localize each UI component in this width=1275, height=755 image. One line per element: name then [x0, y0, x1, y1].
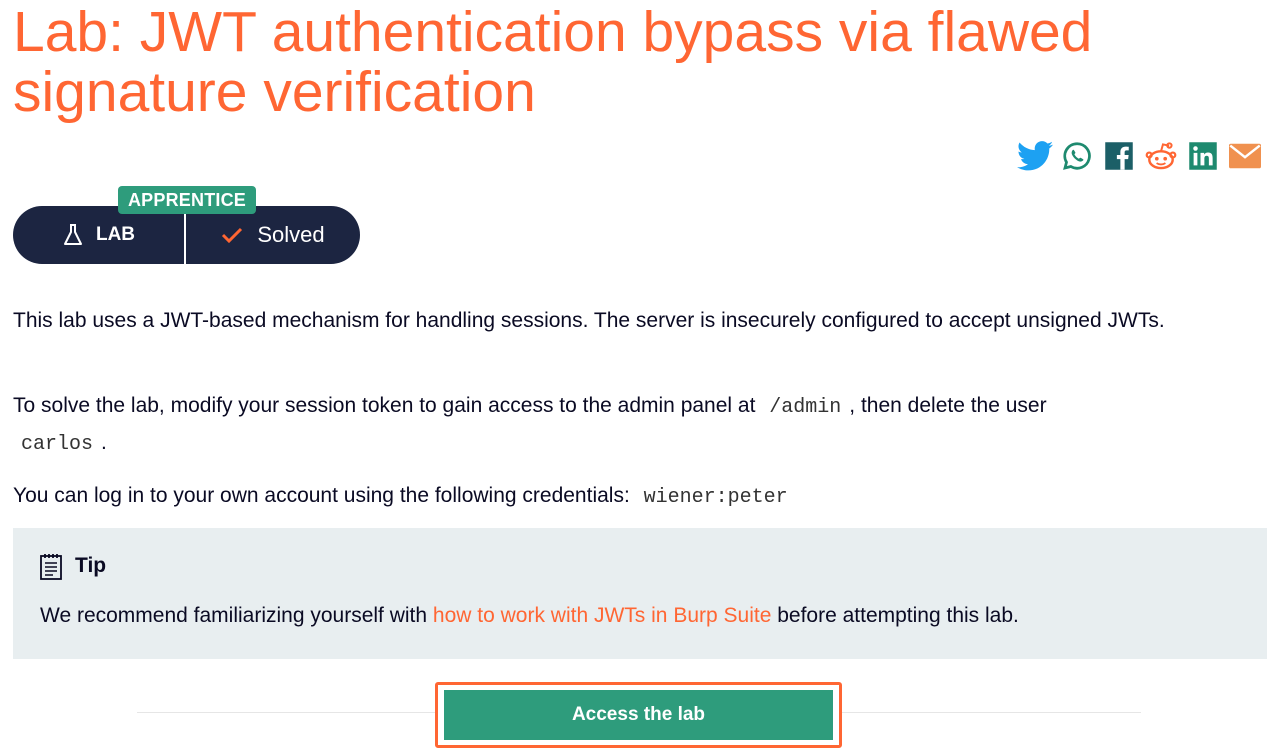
facebook-icon — [1105, 142, 1133, 170]
tip-text-a: We recommend familiarizing yourself with — [40, 604, 428, 627]
lab-status-pill: LAB Solved — [13, 206, 360, 264]
page-title: Lab: JWT authentication bypass via flawe… — [13, 0, 1093, 124]
description-text-2b: , then delete the user — [849, 394, 1047, 417]
description-paragraph-2: To solve the lab, modify your session to… — [13, 388, 1261, 462]
twitter-icon — [1017, 141, 1053, 171]
username-code: carlos — [21, 433, 94, 456]
description-paragraph-1: This lab uses a JWT-based mechanism for … — [13, 303, 1261, 338]
access-lab-button[interactable]: Access the lab — [444, 690, 833, 740]
checkmark-icon — [222, 227, 243, 244]
tip-box: Tip We recommend familiarizing yourself … — [13, 528, 1267, 659]
twitter-share-link[interactable] — [1017, 140, 1053, 172]
credentials-code: wiener:peter — [643, 486, 788, 509]
difficulty-badge: APPRENTICE — [118, 186, 256, 214]
flask-icon — [63, 224, 82, 245]
access-lab-highlight: Access the lab — [435, 682, 842, 748]
status-label: Solved — [257, 222, 325, 247]
share-bar — [1017, 140, 1263, 172]
whatsapp-share-link[interactable] — [1059, 140, 1095, 172]
jwt-burp-suite-link[interactable]: how to work with JWTs in Burp Suite — [433, 604, 771, 627]
description-text-1: This lab uses a JWT-based mechanism for … — [13, 309, 1165, 332]
description-text-2a: To solve the lab, modify your session to… — [13, 394, 756, 417]
reddit-share-link[interactable] — [1143, 140, 1179, 172]
tip-heading: Tip — [75, 554, 107, 577]
lab-type: LAB — [13, 206, 186, 264]
facebook-share-link[interactable] — [1101, 140, 1137, 172]
admin-path-code: /admin — [769, 396, 842, 419]
linkedin-share-link[interactable] — [1185, 140, 1221, 172]
solved-status: Solved — [186, 222, 360, 248]
tip-header: Tip — [39, 552, 106, 580]
lab-type-label: LAB — [95, 224, 136, 245]
notepad-icon — [40, 554, 62, 580]
linkedin-icon — [1189, 142, 1217, 170]
reddit-icon — [1145, 142, 1177, 170]
description-paragraph-3: You can log in to your own account using… — [13, 478, 1261, 515]
tip-body: We recommend familiarizing yourself with… — [40, 599, 1019, 633]
description-text-2c: . — [101, 431, 107, 454]
whatsapp-icon — [1063, 142, 1091, 170]
tip-text-b: before attempting this lab. — [777, 604, 1019, 627]
email-icon — [1229, 143, 1261, 169]
email-share-link[interactable] — [1227, 140, 1263, 172]
description-text-3: You can log in to your own account using… — [13, 484, 630, 507]
